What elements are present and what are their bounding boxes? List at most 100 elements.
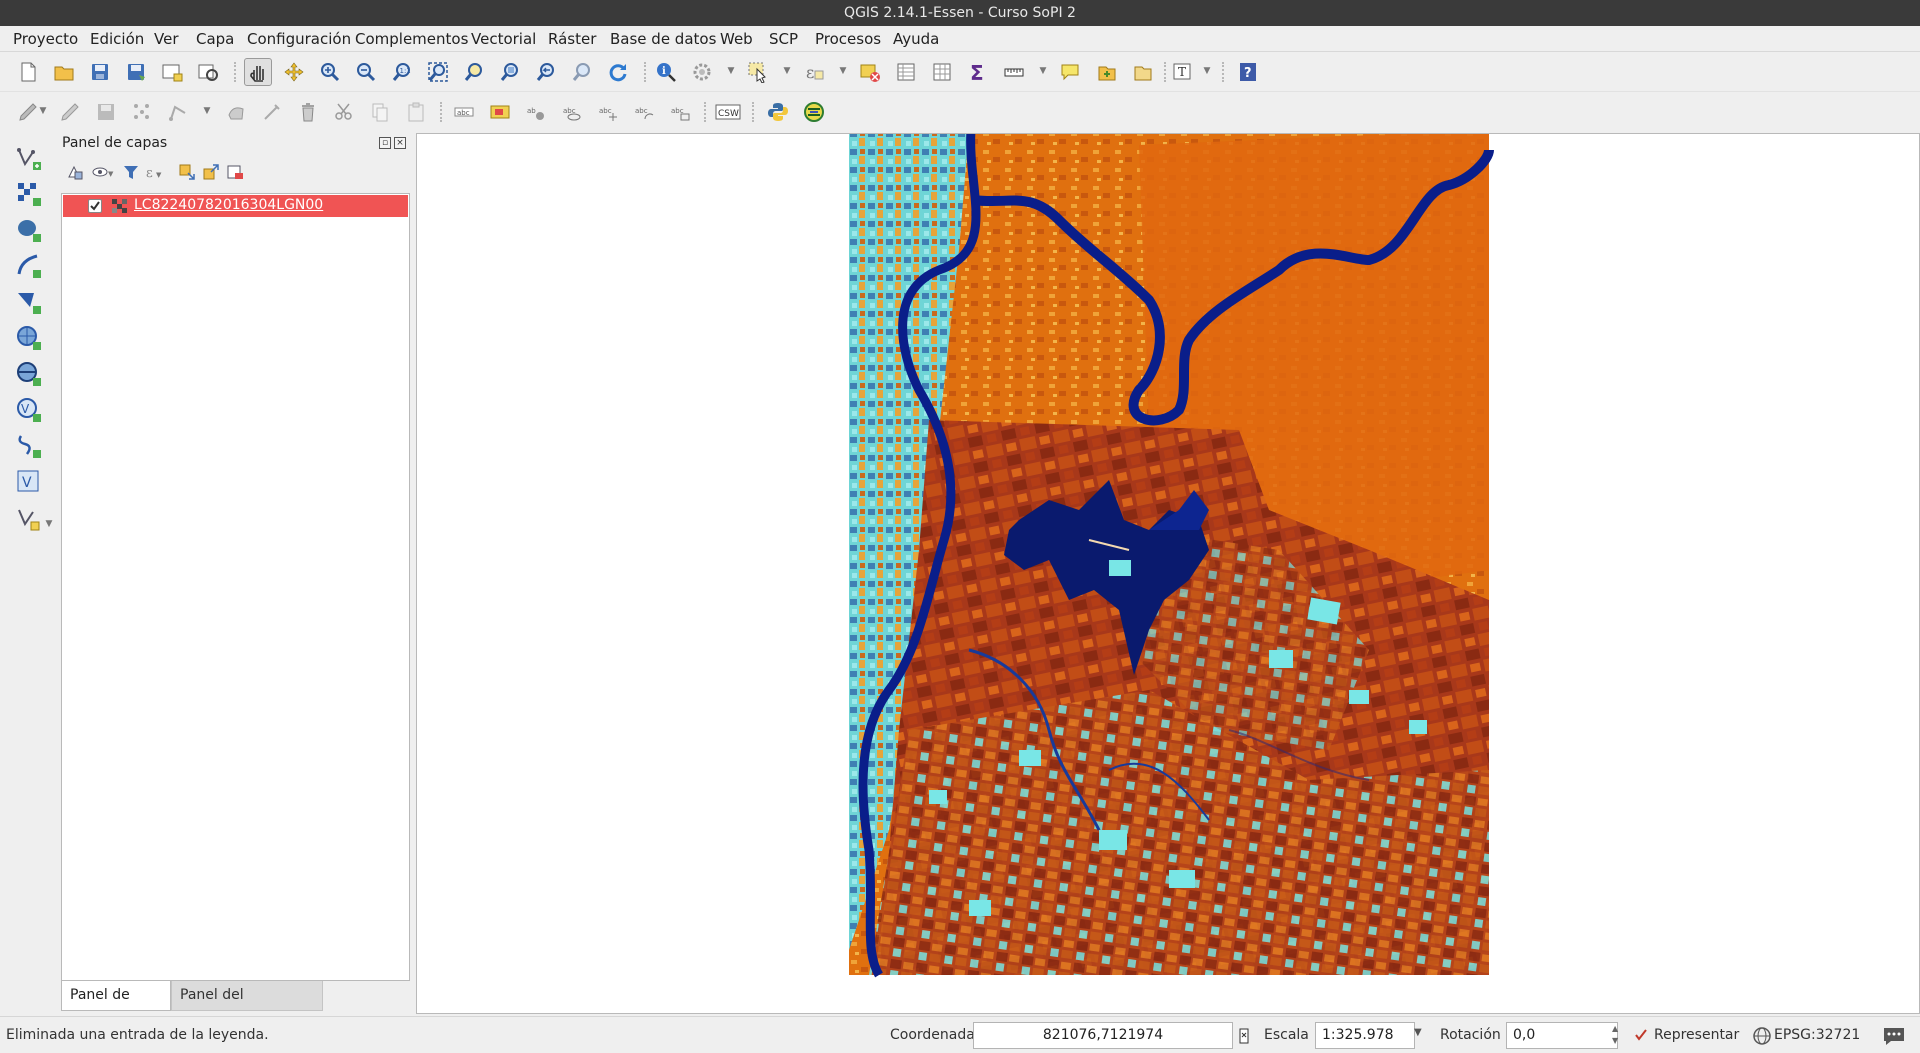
pan-to-selection-icon[interactable]: [280, 58, 308, 86]
select-expression-icon[interactable]: ε: [800, 58, 828, 86]
coordinate-field[interactable]: 821076,7121974: [973, 1022, 1233, 1049]
menu-ver[interactable]: Ver: [152, 28, 181, 50]
layer-row[interactable]: LC82240782016304LGN00: [63, 195, 408, 217]
add-wms-layer-icon[interactable]: [14, 323, 44, 353]
change-label-icon[interactable]: abc: [666, 98, 694, 126]
new-vector-layer-icon[interactable]: [14, 503, 44, 533]
composer-manager-icon[interactable]: [194, 58, 222, 86]
show-bookmarks-icon[interactable]: [1128, 58, 1156, 86]
filter-expression-icon[interactable]: ε ▼: [144, 161, 166, 183]
save-as-icon[interactable]: [122, 58, 150, 86]
rotation-spinner-icon[interactable]: ▲ ▼: [1612, 1023, 1618, 1047]
node-tool-icon[interactable]: [222, 98, 250, 126]
copy-features-icon[interactable]: [366, 98, 394, 126]
remove-layer-icon[interactable]: [224, 161, 246, 183]
map-tips-icon[interactable]: [1056, 58, 1084, 86]
new-project-icon[interactable]: [14, 58, 42, 86]
paste-features-icon[interactable]: [402, 98, 430, 126]
move-feature-icon[interactable]: [258, 98, 286, 126]
move-label-icon[interactable]: abc: [594, 98, 622, 126]
messages-icon[interactable]: [1882, 1025, 1906, 1047]
menu-procesos[interactable]: Procesos: [813, 28, 883, 50]
open-styling-icon[interactable]: [64, 161, 86, 183]
menu-ayuda[interactable]: Ayuda: [891, 28, 941, 50]
float-panel-icon[interactable]: ▫: [379, 137, 391, 149]
close-panel-icon[interactable]: ×: [394, 137, 406, 149]
map-canvas[interactable]: [416, 133, 1920, 1014]
add-spatialite-layer-icon[interactable]: [14, 251, 44, 281]
measure-icon[interactable]: [1000, 58, 1028, 86]
filter-legend-icon[interactable]: [120, 161, 142, 183]
add-feature-icon[interactable]: [164, 98, 192, 126]
save-project-icon[interactable]: [86, 58, 114, 86]
delete-selected-icon[interactable]: [294, 98, 322, 126]
menu-vectorial[interactable]: Vectorial: [469, 28, 538, 50]
layer-name[interactable]: LC82240782016304LGN00: [134, 197, 323, 213]
crs-label[interactable]: EPSG:32721: [1774, 1027, 1860, 1043]
toggle-editing-icon[interactable]: [56, 98, 84, 126]
zoom-full-icon[interactable]: [424, 58, 452, 86]
add-virtual-layer-icon[interactable]: V: [14, 467, 44, 497]
new-print-composer-icon[interactable]: [158, 58, 186, 86]
open-project-icon[interactable]: [50, 58, 78, 86]
menu-proyecto[interactable]: Proyecto: [11, 28, 80, 50]
rotation-field[interactable]: 0,0: [1506, 1022, 1618, 1049]
add-delimited-text-icon[interactable]: [14, 431, 44, 461]
scale-field[interactable]: 1:325.978: [1315, 1022, 1415, 1049]
crs-globe-icon[interactable]: [1752, 1026, 1772, 1046]
zoom-next-icon[interactable]: [568, 58, 596, 86]
action-icon[interactable]: [688, 58, 716, 86]
menu-raster[interactable]: Ráster: [546, 28, 598, 50]
add-raster-layer-icon[interactable]: [14, 179, 44, 209]
zoom-in-icon[interactable]: [316, 58, 344, 86]
expand-all-icon[interactable]: [176, 161, 198, 183]
menu-scp[interactable]: SCP: [767, 28, 800, 50]
scale-dropdown-icon[interactable]: ▼: [1414, 1027, 1422, 1038]
zoom-native-icon[interactable]: 1:1: [388, 58, 416, 86]
menu-complementos[interactable]: Complementos: [353, 28, 470, 50]
identify-icon[interactable]: i: [652, 58, 680, 86]
add-vector-layer-icon[interactable]: [14, 143, 44, 173]
zoom-to-layer-icon[interactable]: [496, 58, 524, 86]
add-mssql-layer-icon[interactable]: [14, 287, 44, 317]
manage-visibility-icon[interactable]: ▼: [92, 161, 114, 183]
scp-plugin-icon[interactable]: [800, 98, 828, 126]
attribute-table-icon[interactable]: [892, 58, 920, 86]
label-icon[interactable]: abc: [450, 98, 478, 126]
collapse-all-icon[interactable]: [200, 161, 222, 183]
refresh-icon[interactable]: [604, 58, 632, 86]
rotate-label-icon[interactable]: abc: [630, 98, 658, 126]
deselect-icon[interactable]: [856, 58, 884, 86]
extents-toggle-icon[interactable]: [1234, 1025, 1254, 1047]
text-annotation-icon[interactable]: T: [1168, 58, 1196, 86]
csw-icon[interactable]: CSW: [714, 98, 742, 126]
digitize-node-icon[interactable]: [128, 98, 156, 126]
statistics-icon[interactable]: Σ: [964, 58, 992, 86]
menu-edicion[interactable]: Edición: [88, 28, 146, 50]
cut-features-icon[interactable]: [330, 98, 358, 126]
menu-capa[interactable]: Capa: [194, 28, 236, 50]
tab-panel-del-explorador[interactable]: Panel del explorador: [171, 981, 323, 1031]
menu-base-de-datos[interactable]: Base de datos: [608, 28, 718, 50]
select-icon[interactable]: [744, 58, 772, 86]
menu-web[interactable]: Web: [718, 28, 755, 50]
pin-label-icon[interactable]: ab: [522, 98, 550, 126]
menu-configuracion[interactable]: Configuración: [245, 28, 353, 50]
zoom-to-selection-icon[interactable]: [460, 58, 488, 86]
help-icon[interactable]: ?: [1234, 58, 1262, 86]
new-bookmark-icon[interactable]: [1092, 58, 1120, 86]
pan-icon[interactable]: [244, 58, 272, 86]
label-highlight-icon[interactable]: [486, 98, 514, 126]
zoom-out-icon[interactable]: [352, 58, 380, 86]
save-edits-icon[interactable]: [92, 98, 120, 126]
layer-visibility-checkbox[interactable]: [88, 199, 102, 213]
show-hide-label-icon[interactable]: abc: [558, 98, 586, 126]
add-wcs-layer-icon[interactable]: [14, 359, 44, 389]
add-postgis-layer-icon[interactable]: [14, 215, 44, 245]
python-console-icon[interactable]: [764, 98, 792, 126]
tab-panel-de-capas[interactable]: Panel de capas: [61, 981, 171, 1031]
field-calculator-icon[interactable]: [928, 58, 956, 86]
add-wfs-layer-icon[interactable]: V: [14, 395, 44, 425]
render-checkbox[interactable]: [1634, 1028, 1648, 1042]
zoom-last-icon[interactable]: [532, 58, 560, 86]
